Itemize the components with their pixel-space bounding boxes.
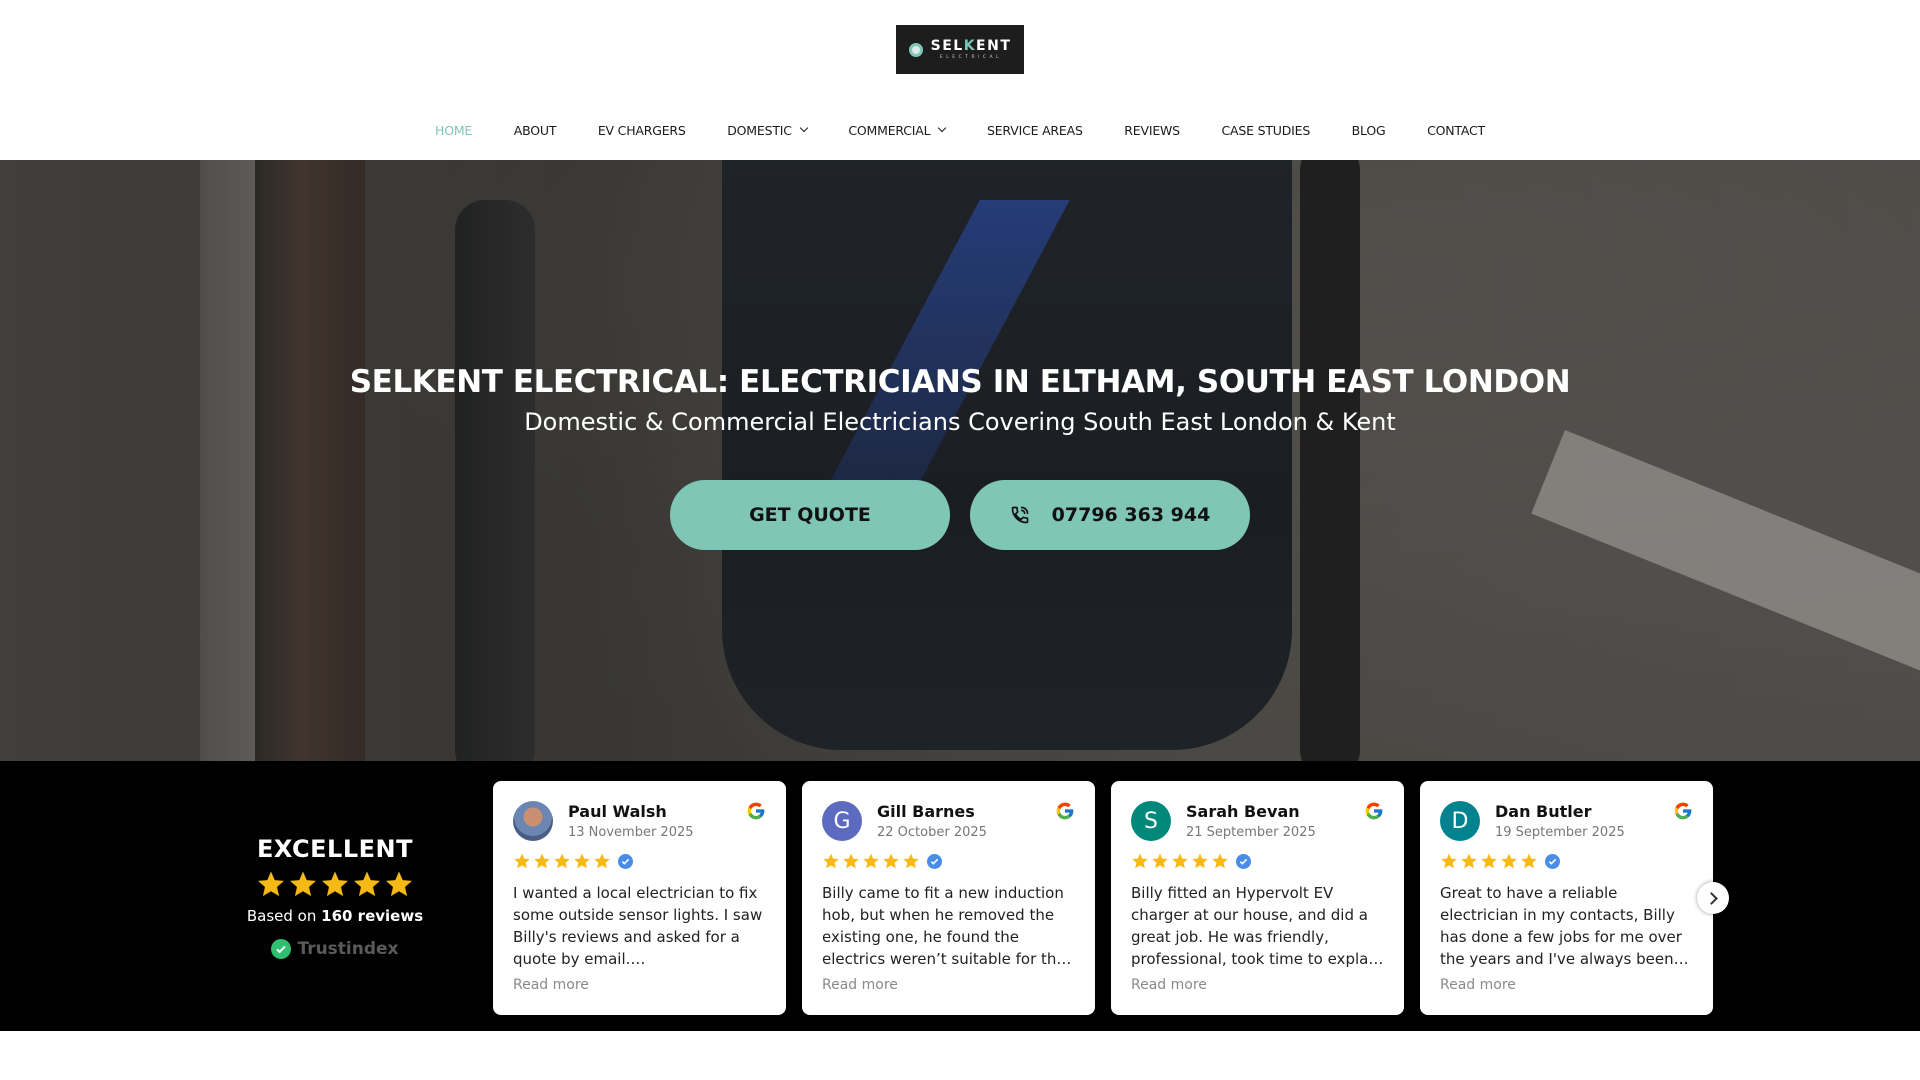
star-icon [1192,853,1208,869]
phone-icon [1011,506,1029,524]
read-more-link[interactable]: Read more [513,977,766,993]
logo-wordmark: SELKENT [930,37,1012,54]
star-icon [354,871,380,897]
rating-word: EXCELLENT [257,835,413,863]
star-icon [258,871,284,897]
nav-blog[interactable]: BLOG [1352,123,1386,138]
avatar [513,801,553,841]
star-icon [1521,853,1537,869]
star-icon [290,871,316,897]
star-icon [514,853,530,869]
site-header: SELKENT ELECTRICAL HOME ABOUT EV CHARGER… [0,0,1920,160]
hero-title: SELKENT ELECTRICAL: ELECTRICIANS IN ELTH… [349,364,1571,400]
reviewer-name: Paul Walsh [568,802,667,821]
nav-about[interactable]: ABOUT [514,123,557,138]
logo-tagline: ELECTRICAL [939,54,1003,60]
star-icon [903,853,919,869]
review-date: 22 October 2025 [877,825,987,840]
star-icon [1441,853,1457,869]
verified-icon [618,853,633,869]
rating-summary: EXCELLENT Based on 160 reviews Trustinde… [220,835,450,959]
nav-service-areas[interactable]: SERVICE AREAS [987,123,1083,138]
hero-section: SELKENT ELECTRICAL: ELECTRICIANS IN ELTH… [0,160,1920,761]
review-stars [513,851,766,871]
review-text: Billy came to fit a new induction hob, b… [822,884,1072,968]
review-card: S Sarah Bevan 21 September 2025 Billy fi… [1111,781,1404,1015]
star-icon [386,871,412,897]
review-date: 21 September 2025 [1186,825,1316,840]
nav-home[interactable]: HOME [435,123,472,138]
verified-icon [927,853,942,869]
verified-icon [1236,853,1251,869]
review-stars [822,851,1075,871]
avatar: S [1131,801,1171,841]
review-text: Billy fitted an Hypervolt EV charger at … [1131,884,1384,968]
review-count: 160 reviews [321,907,424,925]
logo-mark-icon [908,42,923,57]
star-icon [863,853,879,869]
main-nav: HOME ABOUT EV CHARGERS DOMESTIC COMMERCI… [0,118,1920,142]
star-icon [594,853,610,869]
nav-commercial[interactable]: COMMERCIAL [848,123,947,138]
reviewer-name: Sarah Bevan [1186,802,1300,821]
read-more-link[interactable]: Read more [822,977,1075,993]
review-card: Paul Walsh 13 November 2025 I wanted a l… [493,781,786,1015]
review-card: D Dan Butler 19 September 2025 Great to … [1420,781,1713,1015]
review-stars [1131,851,1384,871]
chevron-down-icon [938,123,947,133]
nav-contact[interactable]: CONTACT [1427,123,1485,138]
phone-call-button[interactable]: 07796 363 944 [970,480,1250,550]
star-icon [1172,853,1188,869]
star-icon [883,853,899,869]
star-icon [1461,853,1477,869]
star-icon [843,853,859,869]
review-card: G Gill Barnes 22 October 2025 Billy came… [802,781,1095,1015]
avatar: D [1440,801,1480,841]
review-date: 19 September 2025 [1495,825,1625,840]
hero-subtitle: Domestic & Commercial Electricians Cover… [524,408,1396,436]
google-icon [1056,802,1074,820]
verified-icon [1545,853,1560,869]
star-icon [322,871,348,897]
review-date: 13 November 2025 [568,825,694,840]
star-icon [1481,853,1497,869]
star-icon [823,853,839,869]
check-icon [271,939,292,959]
read-more-link[interactable]: Read more [1440,977,1693,993]
review-count-line: Based on 160 reviews [246,907,424,925]
chevron-right-icon [1704,891,1718,905]
star-icon [554,853,570,869]
star-icon [1212,853,1228,869]
review-stars [1440,851,1693,871]
chevron-down-icon [799,123,809,133]
star-icon [1132,853,1148,869]
star-icon [574,853,590,869]
reviewer-name: Dan Butler [1495,802,1592,821]
star-icon [1152,853,1168,869]
star-icon [1501,853,1517,869]
nav-case-studies[interactable]: CASE STUDIES [1222,123,1311,138]
site-logo[interactable]: SELKENT ELECTRICAL [896,25,1024,74]
nav-domestic[interactable]: DOMESTIC [727,123,809,138]
next-reviews-button[interactable] [1697,882,1729,914]
avatar: G [822,801,862,841]
review-text: Great to have a reliable electrician in … [1440,884,1689,968]
read-more-link[interactable]: Read more [1131,977,1384,993]
nav-ev-chargers[interactable]: EV CHARGERS [598,123,686,138]
reviewer-name: Gill Barnes [877,802,975,821]
reviews-widget: EXCELLENT Based on 160 reviews Trustinde… [0,761,1920,1031]
star-icon [534,853,550,869]
get-quote-button[interactable]: GET QUOTE [670,480,950,550]
google-icon [1365,802,1383,820]
google-icon [1674,802,1692,820]
nav-reviews[interactable]: REVIEWS [1124,123,1180,138]
summary-stars [220,869,450,901]
google-icon [747,802,765,820]
trustindex-badge[interactable]: Trustindex [220,939,450,959]
review-text: I wanted a local electrician to fix some… [513,884,763,968]
